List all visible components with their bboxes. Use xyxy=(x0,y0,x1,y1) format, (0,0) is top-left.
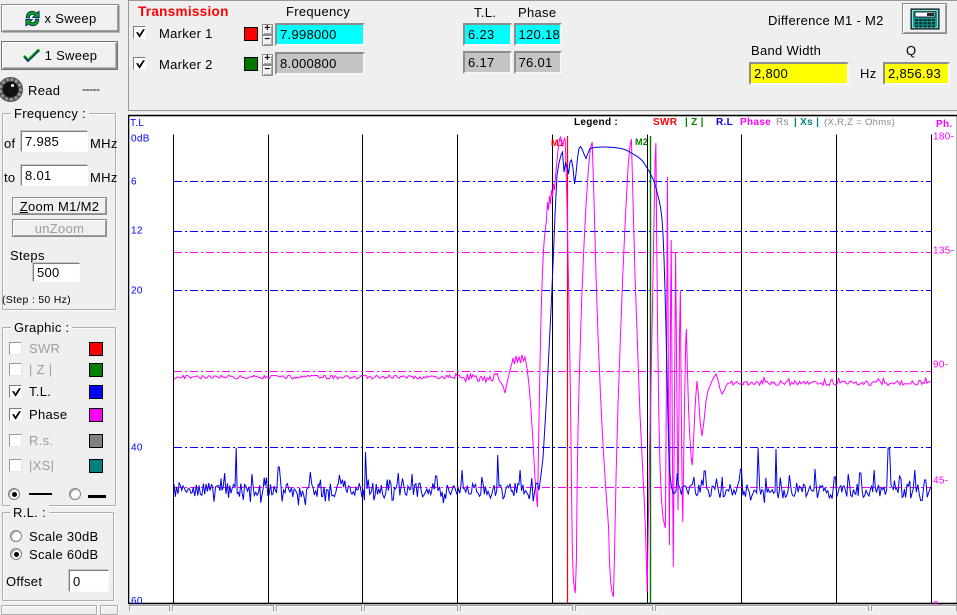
svg-text:45-: 45- xyxy=(933,476,948,487)
svg-text:20: 20 xyxy=(131,286,143,297)
svg-text:R.L: R.L xyxy=(716,117,733,128)
svg-text:90-: 90- xyxy=(933,360,948,371)
svg-text:40: 40 xyxy=(131,443,143,454)
svg-text:T.L: T.L xyxy=(130,118,144,129)
svg-text:Rs: Rs xyxy=(776,117,789,128)
svg-text:SWR: SWR xyxy=(653,117,678,128)
svg-text:180-: 180- xyxy=(933,132,954,143)
svg-text:Legend :: Legend : xyxy=(574,117,618,128)
svg-text:0dB: 0dB xyxy=(131,134,150,145)
svg-text:12: 12 xyxy=(131,226,143,237)
svg-text:6: 6 xyxy=(131,177,137,188)
svg-text:Ph.: Ph. xyxy=(936,119,952,130)
svg-text:| Xs |: | Xs | xyxy=(794,117,819,128)
svg-text:Phase: Phase xyxy=(740,117,771,128)
svg-text:| Z |: | Z | xyxy=(685,117,704,128)
svg-text:M2: M2 xyxy=(635,137,648,147)
svg-text:(X,R,Z = Ohms): (X,R,Z = Ohms) xyxy=(824,117,895,128)
svg-text:135-: 135- xyxy=(933,246,954,257)
